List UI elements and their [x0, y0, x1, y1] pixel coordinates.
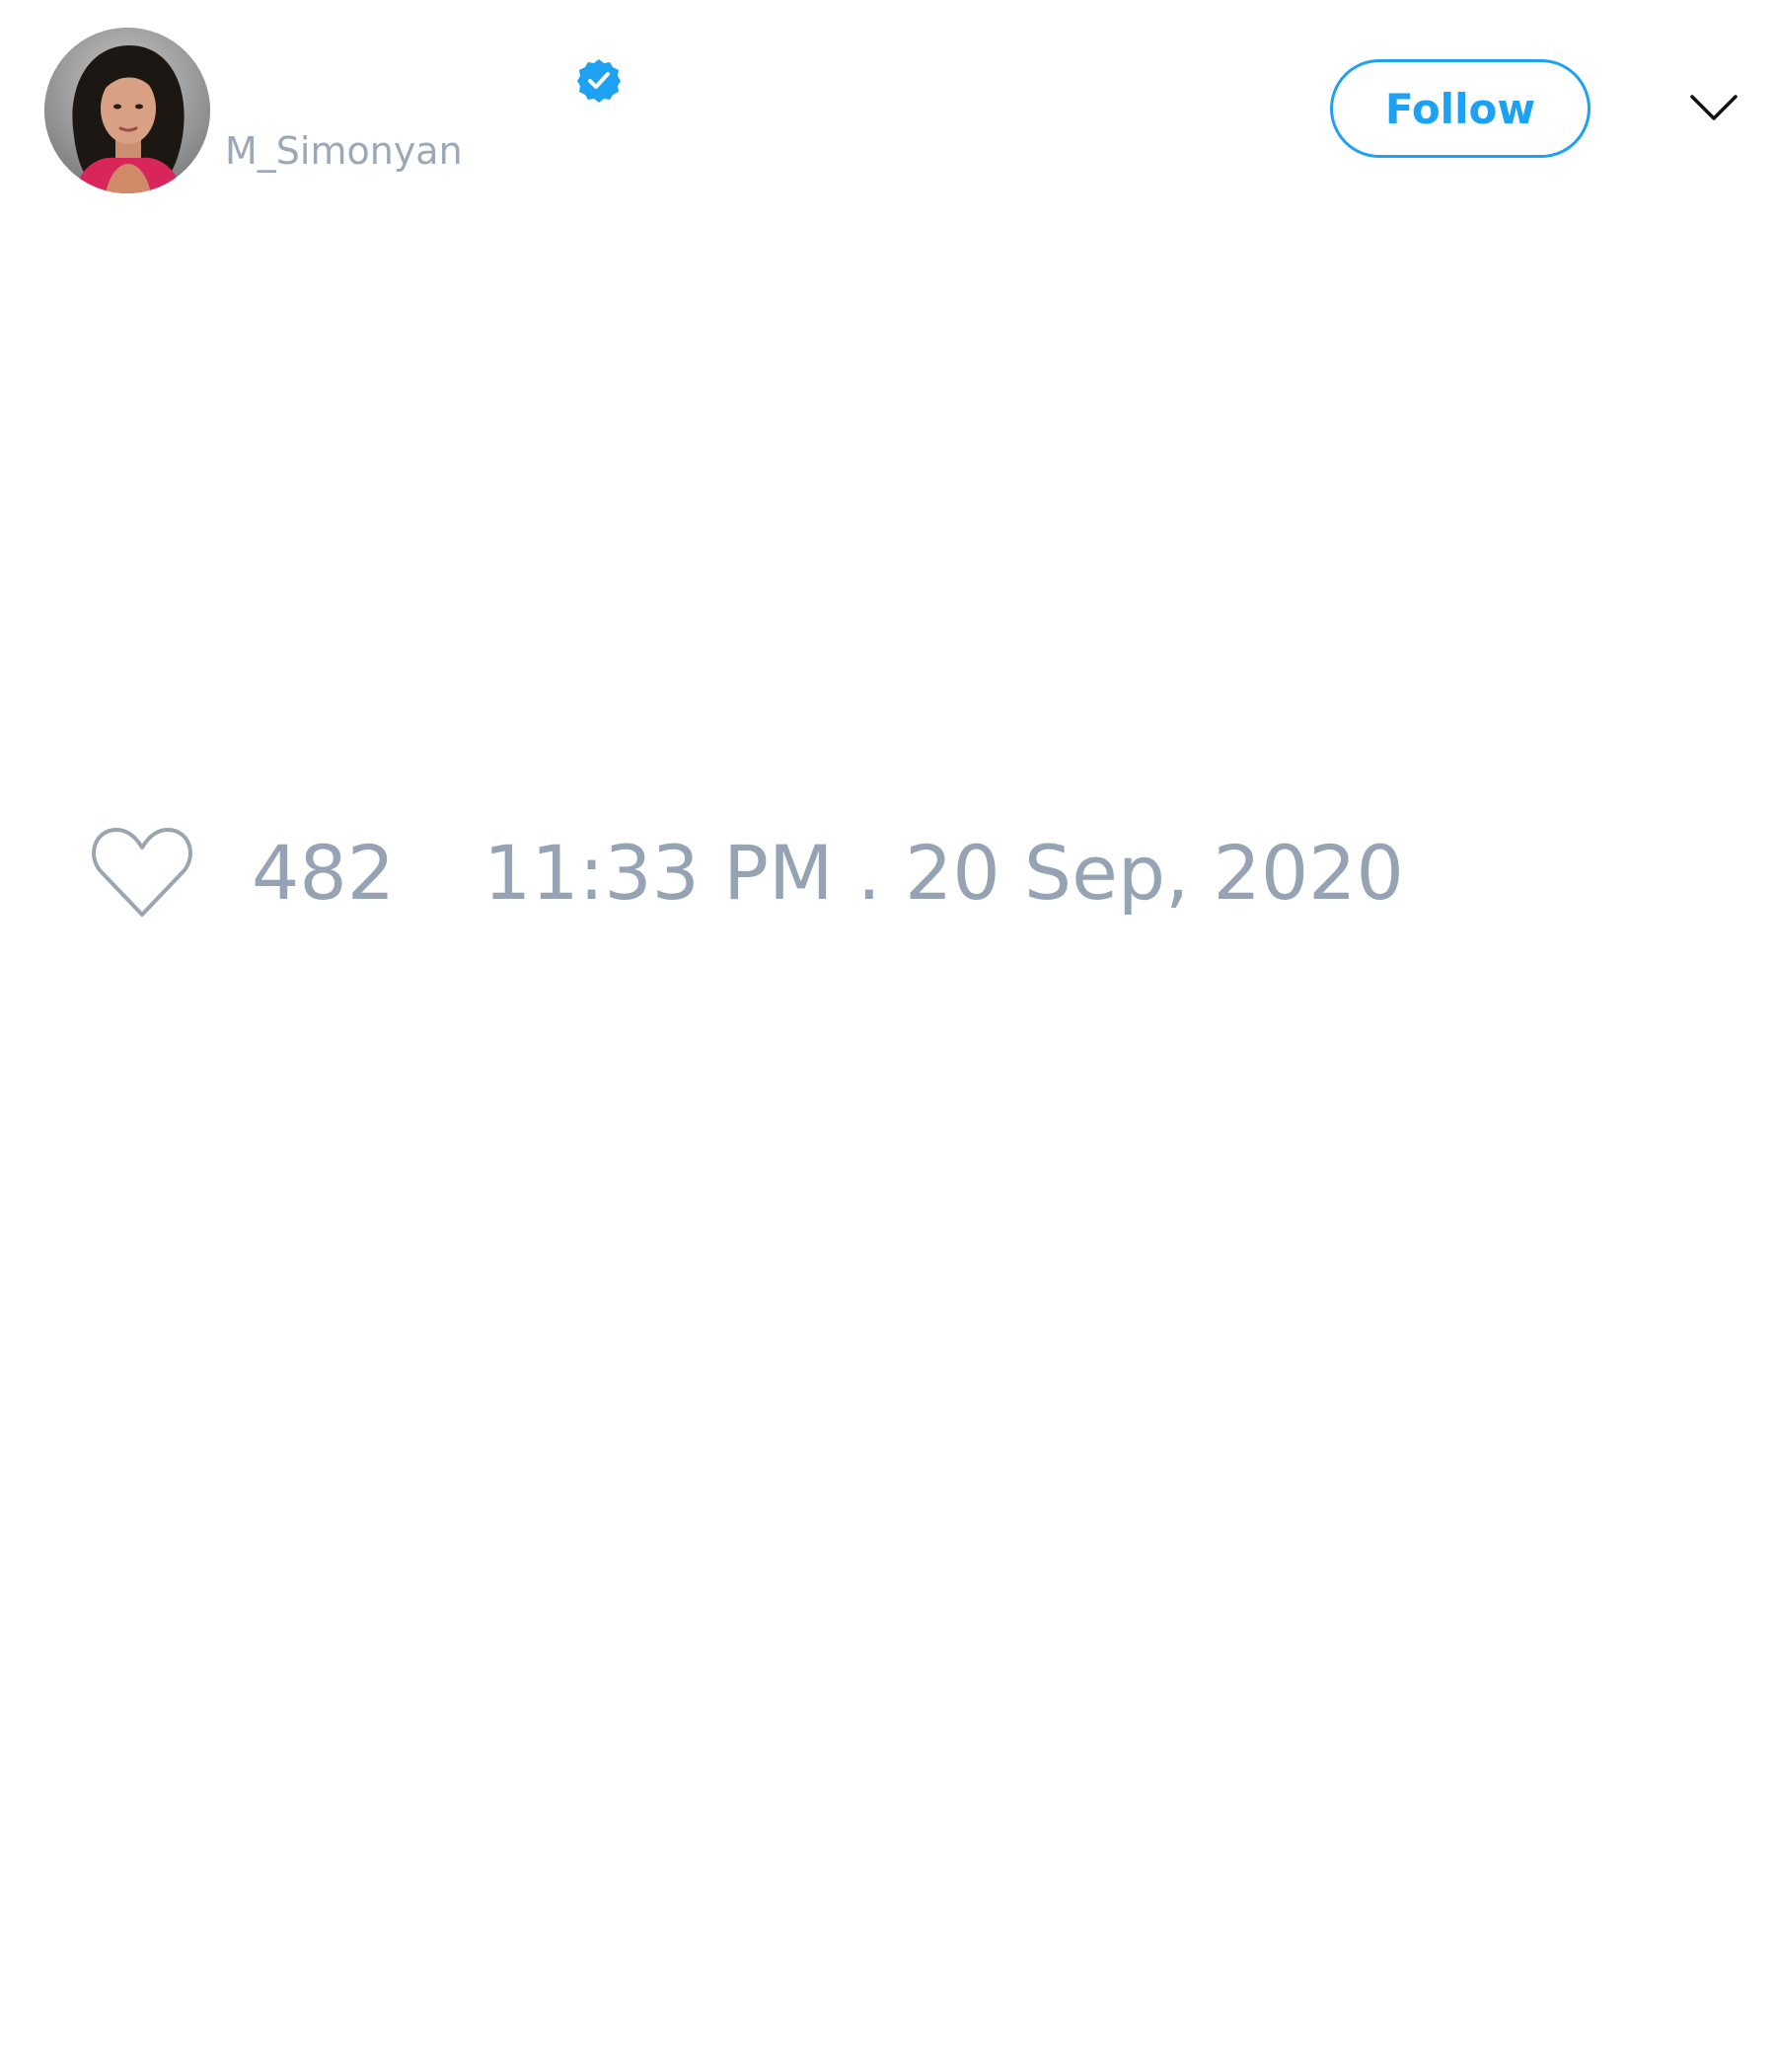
chevron-down-icon[interactable] [1689, 89, 1739, 128]
tweet-card: M_Simonyan Follow 482 11:33 PM . 20 Sep,… [0, 0, 1776, 2072]
follow-button[interactable]: Follow [1330, 59, 1591, 158]
verified-badge-icon [575, 57, 623, 105]
user-handle[interactable]: M_Simonyan [225, 128, 463, 174]
avatar[interactable] [44, 28, 210, 193]
tweet-timestamp[interactable]: 11:33 PM . 20 Sep, 2020 [483, 829, 1404, 918]
like-count: 482 [252, 829, 396, 917]
profile-photo [44, 28, 210, 193]
heart-outline-icon[interactable] [89, 824, 195, 921]
